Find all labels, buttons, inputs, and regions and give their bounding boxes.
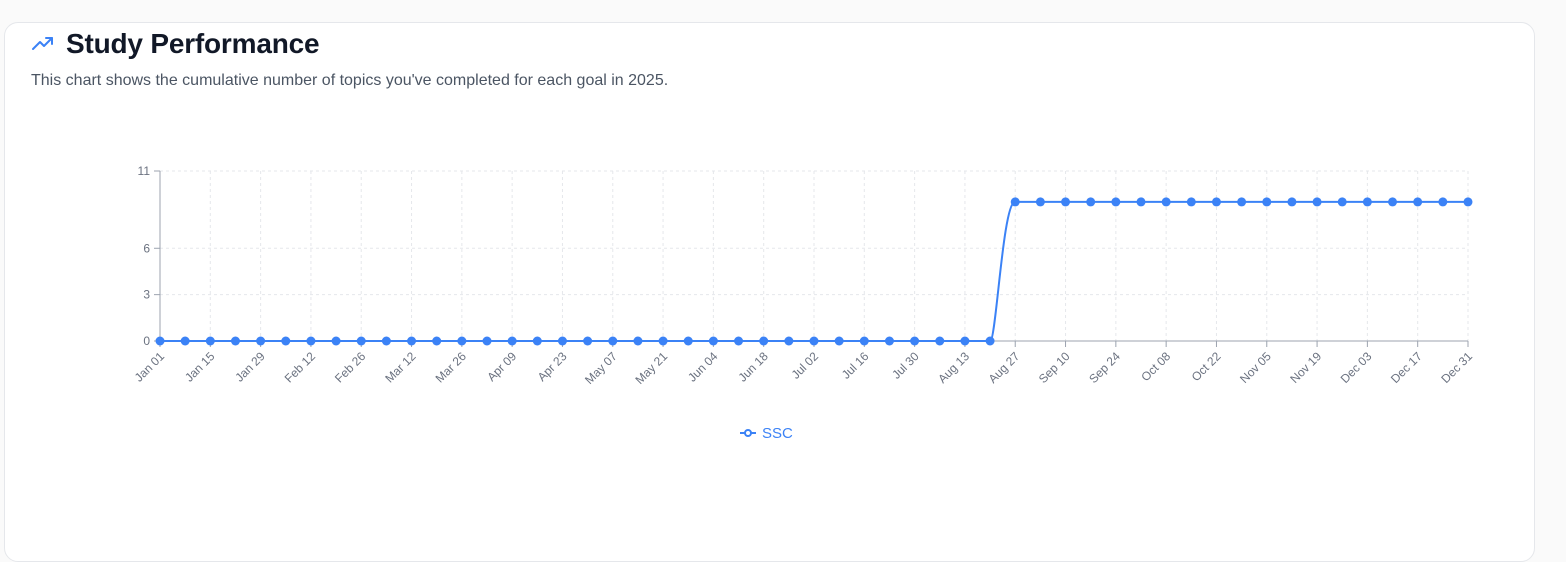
data-point xyxy=(180,336,190,346)
line-chart: 0 3 6 11 Jan 01 Jan 15 Jan 29 Feb 12 Feb 26 Mar 1… xyxy=(132,164,1476,387)
data-point xyxy=(859,336,869,346)
x-tick-label: Sep 10 xyxy=(1036,349,1073,386)
data-point xyxy=(985,336,995,346)
data-point xyxy=(809,336,819,346)
data-point xyxy=(1211,197,1221,207)
data-point xyxy=(1086,197,1096,207)
data-point xyxy=(432,336,442,346)
x-tick-label: Apr 23 xyxy=(535,349,570,384)
data-point xyxy=(1262,197,1272,207)
x-tick-label: Aug 13 xyxy=(935,349,972,386)
x-tick-label: Jan 15 xyxy=(182,349,218,385)
x-tick-label: Nov 19 xyxy=(1287,349,1324,386)
data-point xyxy=(1312,197,1322,207)
data-point xyxy=(784,336,794,346)
x-tick-label: Oct 08 xyxy=(1138,349,1173,384)
x-tick-label: Aug 27 xyxy=(986,349,1023,386)
data-point xyxy=(306,336,316,346)
data-point xyxy=(1186,197,1196,207)
y-tick-label: 6 xyxy=(143,241,150,255)
x-tick-label: Dec 31 xyxy=(1438,349,1475,386)
chart-legend[interactable]: SSC xyxy=(739,425,793,442)
data-point xyxy=(331,336,341,346)
y-tick-label: 11 xyxy=(138,164,151,178)
data-point xyxy=(608,336,618,346)
x-tick-label: Jan 29 xyxy=(232,349,268,385)
data-point xyxy=(1010,197,1020,207)
x-tick-label: Jul 16 xyxy=(839,349,872,382)
data-point xyxy=(381,336,391,346)
x-tick-label: Apr 09 xyxy=(484,349,519,384)
data-point xyxy=(482,336,492,346)
y-tick-label: 3 xyxy=(143,288,150,302)
data-point xyxy=(256,336,266,346)
data-point xyxy=(1388,197,1398,207)
data-point xyxy=(708,336,718,346)
series-line-ssc xyxy=(160,200,1468,342)
x-tick-label: Jul 30 xyxy=(889,349,922,382)
data-point xyxy=(507,336,517,346)
data-point xyxy=(155,336,165,346)
data-point xyxy=(960,336,970,346)
data-point xyxy=(935,336,945,346)
data-point xyxy=(633,336,643,346)
data-point xyxy=(205,336,215,346)
data-point xyxy=(1287,197,1297,207)
data-point xyxy=(1438,197,1448,207)
data-point xyxy=(910,336,920,346)
data-point xyxy=(658,336,668,346)
line-dot-icon xyxy=(739,425,757,442)
x-tick-label: Feb 12 xyxy=(282,349,319,386)
data-point xyxy=(1362,197,1372,207)
data-point xyxy=(356,336,366,346)
data-point xyxy=(734,336,744,346)
x-tick-label: Mar 26 xyxy=(433,349,470,386)
data-point xyxy=(884,336,894,346)
data-point xyxy=(759,336,769,346)
data-point xyxy=(1111,197,1121,207)
x-tick-label: Dec 03 xyxy=(1338,349,1375,386)
data-point xyxy=(583,336,593,346)
x-tick-label: Sep 24 xyxy=(1086,349,1123,386)
x-tick-label: Jan 01 xyxy=(132,349,168,385)
y-tick-label: 0 xyxy=(143,334,150,348)
data-point xyxy=(1413,197,1423,207)
data-point xyxy=(1061,197,1071,207)
data-point xyxy=(834,336,844,346)
data-point xyxy=(230,336,240,346)
data-point xyxy=(1035,197,1045,207)
data-point xyxy=(1237,197,1247,207)
x-tick-label: May 21 xyxy=(632,349,670,387)
x-tick-label: Feb 26 xyxy=(332,349,369,386)
data-point xyxy=(1463,197,1473,207)
data-point xyxy=(1136,197,1146,207)
data-point xyxy=(457,336,467,346)
data-point xyxy=(281,336,291,346)
data-point xyxy=(1337,197,1347,207)
legend-label-ssc: SSC xyxy=(762,425,793,442)
data-point xyxy=(683,336,693,346)
x-tick-label: May 07 xyxy=(582,349,620,387)
data-point xyxy=(532,336,542,346)
x-tick-label: Nov 05 xyxy=(1237,349,1274,386)
x-tick-label: Jun 18 xyxy=(735,349,771,385)
x-tick-label: Mar 12 xyxy=(382,349,419,386)
x-tick-label: Jun 04 xyxy=(685,349,721,385)
data-point xyxy=(557,336,567,346)
data-point xyxy=(1161,197,1171,207)
x-tick-label: Dec 17 xyxy=(1388,349,1425,386)
data-point xyxy=(407,336,417,346)
x-tick-label: Oct 22 xyxy=(1189,349,1224,384)
x-tick-label: Jul 02 xyxy=(789,349,822,382)
